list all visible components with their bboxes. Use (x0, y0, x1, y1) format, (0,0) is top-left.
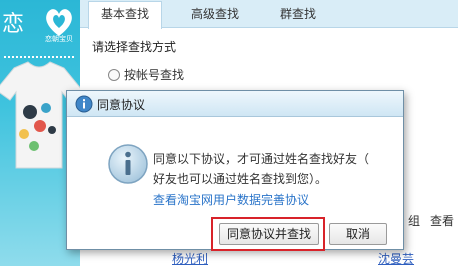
agreement-link[interactable]: 查看淘宝网用户数据完善协议 (153, 191, 309, 208)
result-name-2[interactable]: 沈曼芸 (378, 250, 414, 266)
agree-and-search-button[interactable]: 同意协议并查找 (219, 223, 319, 245)
cancel-button[interactable]: 取消 (329, 223, 387, 245)
radio-account-row[interactable]: 按帐号查找 (108, 66, 184, 83)
message-line-2: 好友也可以通过姓名查找到您）。 (153, 172, 328, 186)
bg-column-view: 查看 (430, 214, 455, 228)
logo-text: 恋朝宝贝 (45, 35, 73, 43)
radio-account-label: 按帐号查找 (124, 68, 185, 82)
result-name-1[interactable]: 杨光利 (172, 250, 208, 266)
banner-text: 恋 (2, 12, 25, 37)
dialog-title: 同意协议 (97, 98, 146, 112)
tab-strip: 基本查找 高级查找 群查找 (80, 0, 458, 29)
tab-basic-search[interactable]: 基本查找 (88, 1, 162, 29)
radio-account[interactable] (108, 68, 120, 81)
info-icon (75, 95, 93, 113)
message-line-1: 同意以下协议，才可通过姓名查找好友（ (153, 152, 370, 166)
agree-dialog: 同意协议 同意以下协议，才可通过姓名查找好友（ 好友也可以通过姓名查找到您）。 … (66, 90, 404, 251)
tab-advanced-search[interactable]: 高级查找 (178, 2, 252, 28)
tab-group-search[interactable]: 群查找 (268, 2, 328, 28)
dialog-message: 同意以下协议，才可通过姓名查找好友（ 好友也可以通过姓名查找到您）。 (153, 149, 393, 189)
section-title: 请选择查找方式 (92, 40, 177, 54)
bg-column-group: 组 (408, 214, 421, 228)
info-icon (108, 144, 148, 184)
dialog-titlebar[interactable]: 同意协议 (67, 91, 403, 117)
